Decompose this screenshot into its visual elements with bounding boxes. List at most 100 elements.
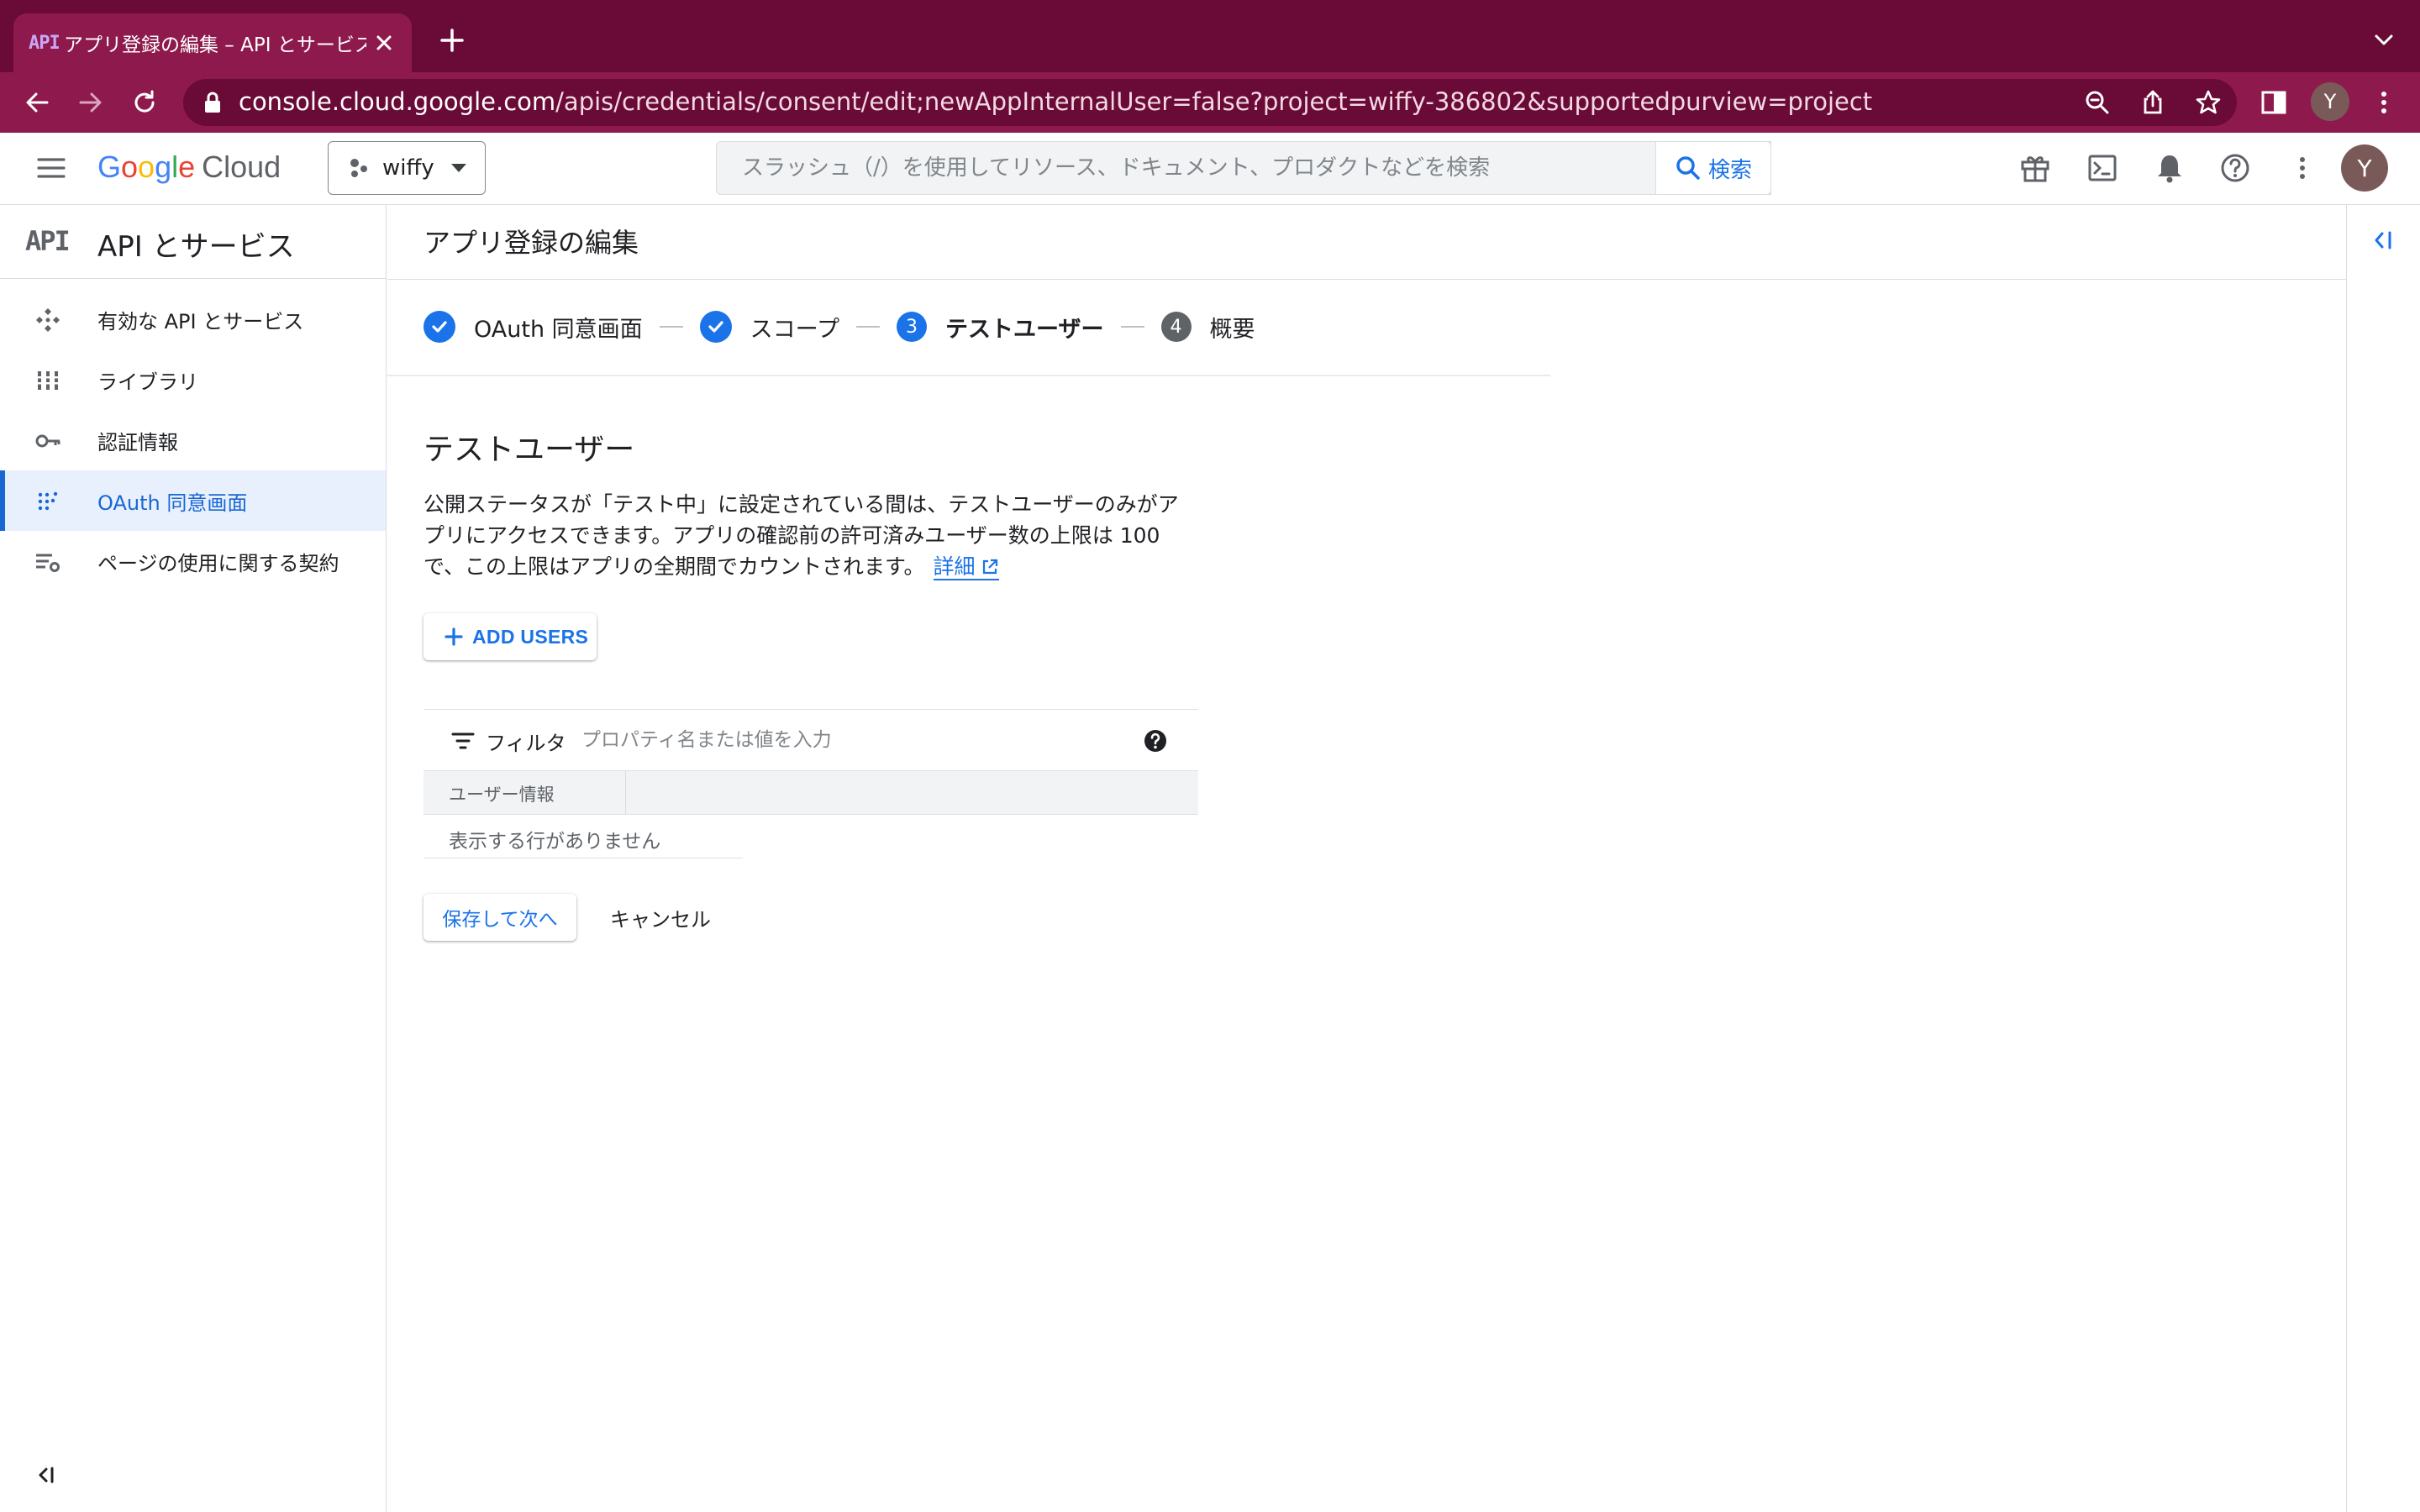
project-icon bbox=[350, 159, 367, 177]
active-indicator bbox=[0, 470, 5, 531]
settings-list-icon bbox=[36, 554, 60, 572]
search-field[interactable] bbox=[716, 141, 1771, 195]
collapse-sidebar-icon[interactable] bbox=[34, 1462, 60, 1488]
filter-bar: フィルタ bbox=[424, 709, 1198, 771]
filter-icon[interactable] bbox=[450, 730, 476, 752]
save-button-label: 保存して次へ bbox=[442, 909, 558, 931]
zoom-icon[interactable] bbox=[2082, 87, 2112, 118]
account-avatar[interactable]: Y bbox=[2341, 144, 2388, 192]
search-input[interactable] bbox=[717, 142, 1770, 194]
step-summary[interactable]: 4 概要 bbox=[1160, 311, 1255, 344]
chevron-down-icon bbox=[450, 164, 466, 172]
project-name: wiffy bbox=[382, 155, 434, 181]
reload-icon[interactable] bbox=[129, 87, 160, 118]
lock-icon[interactable] bbox=[202, 90, 224, 115]
add-users-label: ADD USERS bbox=[472, 625, 589, 648]
bell-icon[interactable] bbox=[2153, 151, 2186, 185]
section-title: テストユーザー bbox=[424, 433, 635, 467]
check-icon bbox=[699, 311, 732, 343]
consent-icon bbox=[38, 491, 58, 511]
step-label: 概要 bbox=[1209, 316, 1255, 343]
filter-label: フィルタ bbox=[486, 732, 566, 755]
gift-icon[interactable] bbox=[2018, 151, 2052, 185]
sidebar: API API とサービス 有効な API とサービス ライブラリ 認証情報 O… bbox=[0, 205, 387, 1512]
more-vert-icon[interactable] bbox=[2286, 151, 2319, 185]
url-path: /apis/credentials/consent/edit;newAppInt… bbox=[555, 87, 1873, 116]
check-icon bbox=[424, 311, 455, 343]
sidebar-item-label: 認証情報 bbox=[97, 430, 178, 454]
project-picker[interactable]: wiffy bbox=[328, 141, 486, 195]
tab-favicon: API bbox=[29, 32, 60, 54]
cancel-button[interactable]: キャンセル bbox=[597, 894, 724, 941]
back-icon[interactable] bbox=[22, 87, 52, 118]
search-icon bbox=[1676, 156, 1700, 180]
add-users-button[interactable]: ADD USERS bbox=[424, 613, 597, 660]
step-label: テストユーザー bbox=[945, 316, 1104, 343]
step-oauth-consent[interactable]: OAuth 同意画面 bbox=[424, 311, 643, 344]
menu-icon[interactable] bbox=[35, 154, 67, 182]
column-divider bbox=[625, 771, 626, 815]
step-separator bbox=[1120, 326, 1144, 328]
browser-profile-avatar[interactable]: Y bbox=[2311, 82, 2349, 121]
sidebar-header: API API とサービス bbox=[0, 205, 386, 279]
divider bbox=[387, 279, 2347, 280]
step-test-users[interactable]: 3 テストユーザー bbox=[897, 311, 1104, 344]
help-icon[interactable] bbox=[2218, 151, 2252, 185]
api-icon: API bbox=[25, 225, 71, 257]
table-header: ユーザー情報 bbox=[424, 771, 1198, 815]
share-icon[interactable] bbox=[2138, 87, 2168, 118]
sidebar-item-label: ライブラリ bbox=[97, 370, 198, 394]
step-label: OAuth 同意画面 bbox=[474, 316, 643, 343]
sidebar-item-label: ページの使用に関する契約 bbox=[97, 551, 339, 575]
column-header-user-info[interactable]: ユーザー情報 bbox=[449, 781, 555, 806]
forward-icon[interactable] bbox=[76, 87, 106, 118]
tab-title: アプリ登録の編集 – API とサービス bbox=[64, 34, 366, 56]
sidebar-item-oauth-consent[interactable]: OAuth 同意画面 bbox=[0, 470, 386, 531]
step-label: スコープ bbox=[750, 316, 840, 343]
sidebar-item-credentials[interactable]: 認証情報 bbox=[0, 410, 386, 470]
side-panel-icon[interactable] bbox=[2259, 87, 2289, 118]
filter-input[interactable] bbox=[581, 723, 1102, 757]
logo-product: Cloud bbox=[202, 150, 281, 184]
help-icon[interactable] bbox=[1143, 728, 1168, 753]
api-services-icon bbox=[36, 308, 60, 332]
sidebar-item-library[interactable]: ライブラリ bbox=[0, 349, 386, 410]
bookmark-star-icon[interactable] bbox=[2193, 87, 2223, 118]
sidebar-item-page-usage-agreements[interactable]: ページの使用に関する契約 bbox=[0, 531, 386, 591]
empty-message: 表示する行がありません bbox=[449, 831, 661, 853]
step-scopes[interactable]: スコープ bbox=[699, 311, 840, 344]
plus-icon bbox=[445, 627, 463, 646]
save-and-continue-button[interactable]: 保存して次へ bbox=[424, 894, 576, 941]
step-number: 4 bbox=[1160, 312, 1192, 342]
step-separator bbox=[659, 326, 683, 328]
divider bbox=[387, 375, 1550, 376]
new-tab-icon[interactable] bbox=[435, 24, 469, 57]
search-button-label: 検索 bbox=[1707, 157, 1752, 183]
terminal-icon[interactable] bbox=[2086, 151, 2119, 185]
step-number: 3 bbox=[897, 312, 928, 342]
close-icon[interactable] bbox=[371, 30, 397, 55]
learn-more-link[interactable]: 詳細 bbox=[933, 554, 999, 580]
browser-menu-icon[interactable] bbox=[2371, 87, 2396, 118]
google-cloud-logo[interactable]: Google Cloud bbox=[97, 150, 281, 185]
tab-search-chevron-icon[interactable] bbox=[2371, 30, 2396, 50]
cancel-button-label: キャンセル bbox=[610, 907, 711, 932]
browser-tab[interactable]: API アプリ登録の編集 – API とサービス bbox=[13, 13, 412, 72]
library-icon bbox=[36, 371, 60, 390]
sidebar-item-label: 有効な API とサービス bbox=[97, 309, 304, 333]
expand-panel-icon[interactable] bbox=[2368, 225, 2398, 255]
sidebar-item-enabled-apis[interactable]: 有効な API とサービス bbox=[0, 289, 386, 349]
url-text[interactable]: console.cloud.google.com/apis/credential… bbox=[239, 87, 1872, 116]
search-button[interactable]: 検索 bbox=[1655, 141, 1771, 195]
external-link-icon bbox=[982, 559, 997, 575]
page-title: アプリ登録の編集 bbox=[424, 227, 639, 259]
description: 公開ステータスが「テスト中」に設定されている間は、テストユーザーのみがアプリにア… bbox=[424, 489, 1197, 582]
sidebar-item-label: OAuth 同意画面 bbox=[97, 491, 248, 515]
key-icon bbox=[35, 434, 60, 448]
url-host: console.cloud.google.com bbox=[239, 87, 556, 116]
step-separator bbox=[856, 326, 881, 328]
table-empty-row: 表示する行がありません bbox=[424, 815, 743, 858]
sidebar-title: API とサービス bbox=[97, 230, 295, 264]
description-text: 公開ステータスが「テスト中」に設定されている間は、テストユーザーのみがアプリにア… bbox=[424, 492, 1179, 579]
stepper: OAuth 同意画面 スコープ 3 テストユーザー 4 概要 bbox=[424, 307, 1255, 346]
